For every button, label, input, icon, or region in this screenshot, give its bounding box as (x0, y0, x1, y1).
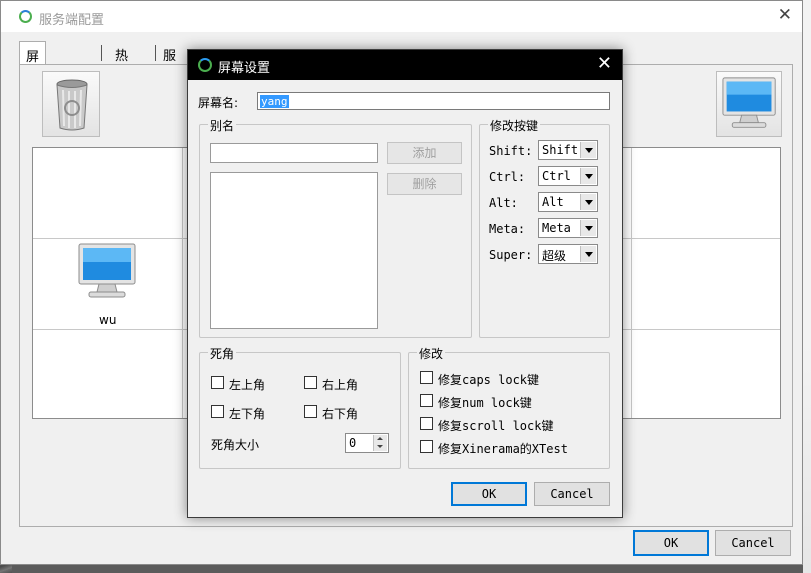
screen-settings-dialog: 屏幕设置 ✕ 屏幕名: yang 别名 添加 删除 修改按键 Shift: Sh… (187, 49, 623, 518)
shift-select[interactable]: Shift (538, 140, 598, 160)
shift-select-value: Shift (542, 143, 579, 157)
screen-name-input[interactable]: yang (257, 92, 610, 110)
screen-name-label: 屏幕名: (198, 96, 239, 110)
dead-corner-size-spinbox[interactable]: 0 (345, 433, 389, 453)
fix-xinerama-xtest-checkbox[interactable] (420, 440, 433, 453)
alt-select[interactable]: Alt (538, 192, 598, 212)
new-screen-button[interactable] (716, 71, 782, 137)
synergy-logo-icon (198, 58, 212, 72)
chevron-down-icon (580, 168, 596, 184)
dialog-cancel-button[interactable]: Cancel (534, 482, 610, 506)
meta-select-value: Meta (542, 221, 571, 235)
screen-name-value: yang (260, 95, 289, 108)
fix-num-lock-label: 修复num lock键 (438, 396, 532, 410)
bottom-right-corner-label: 右下角 (322, 407, 359, 421)
fix-num-lock-checkbox[interactable] (420, 394, 433, 407)
bottom-left-corner-label: 左下角 (229, 407, 266, 421)
fix-scroll-lock-label: 修复scroll lock键 (438, 419, 554, 433)
main-ok-button[interactable]: OK (633, 530, 709, 556)
top-right-corner-label: 右上角 (322, 378, 359, 392)
chevron-down-icon (580, 246, 596, 262)
desktop-background (803, 0, 811, 573)
tab-advanced-server[interactable]: 服务端高级设置 (157, 41, 183, 178)
dialog-title: 屏幕设置 (218, 61, 271, 76)
main-cancel-button[interactable]: Cancel (715, 530, 791, 556)
dialog-titlebar: 屏幕设置 ✕ (188, 50, 622, 80)
grid-line (182, 148, 183, 418)
top-left-corner-checkbox[interactable] (211, 376, 224, 389)
super-select-value: 超级 (542, 249, 567, 263)
tab-hotkeys[interactable]: 热键 (109, 41, 135, 83)
trash-icon (56, 79, 88, 131)
top-right-corner-checkbox[interactable] (304, 376, 317, 389)
top-left-corner-label: 左上角 (229, 378, 266, 392)
aliases-group: 别名 添加 删除 (199, 117, 472, 338)
super-select[interactable]: 超级 (538, 244, 598, 264)
aliases-group-title: 别名 (208, 117, 237, 134)
alt-select-value: Alt (542, 195, 564, 209)
fix-xinerama-xtest-label: 修复Xinerama的XTest (438, 442, 568, 456)
trash-button[interactable] (42, 71, 100, 137)
spin-up-icon[interactable] (373, 435, 387, 443)
fixes-group-title: 修改 (417, 345, 446, 362)
bottom-right-corner-checkbox[interactable] (304, 405, 317, 418)
ctrl-label: Ctrl: (489, 170, 526, 184)
meta-label: Meta: (489, 222, 526, 236)
dialog-ok-button[interactable]: OK (451, 482, 527, 506)
chevron-down-icon (580, 142, 596, 158)
synergy-logo-icon (19, 10, 32, 23)
spin-down-icon[interactable] (373, 443, 387, 451)
modifier-keys-group-title: 修改按键 (488, 117, 541, 134)
ctrl-select-value: Ctrl (542, 169, 571, 183)
main-titlebar: 服务端配置 ✕ (1, 1, 802, 32)
alt-label: Alt: (489, 196, 518, 210)
dead-corners-group-title: 死角 (208, 345, 237, 362)
grid-line (631, 148, 632, 418)
alias-input[interactable] (210, 143, 378, 163)
dialog-close-icon[interactable]: ✕ (597, 53, 612, 74)
tab-screens-and-links[interactable]: 屏幕和联接 (19, 41, 47, 141)
monitor-icon (722, 77, 776, 128)
dead-corner-size-value: 0 (349, 436, 357, 450)
fix-scroll-lock-checkbox[interactable] (420, 417, 433, 430)
bottom-left-corner-checkbox[interactable] (211, 405, 224, 418)
fix-caps-lock-label: 修复caps lock键 (438, 373, 540, 387)
fix-caps-lock-checkbox[interactable] (420, 371, 433, 384)
dead-corner-size-label: 死角大小 (211, 438, 260, 452)
screen-name-label: wu (99, 313, 117, 327)
chevron-down-icon (580, 194, 596, 210)
ctrl-select[interactable]: Ctrl (538, 166, 598, 186)
main-window-title: 服务端配置 (39, 13, 105, 28)
screen-monitor-icon[interactable] (77, 242, 139, 302)
super-label: Super: (489, 248, 533, 262)
alias-list[interactable] (210, 172, 378, 329)
tab-separator (101, 45, 102, 61)
shift-label: Shift: (489, 144, 533, 158)
main-close-icon[interactable]: ✕ (778, 5, 792, 25)
remove-alias-button[interactable]: 删除 (387, 173, 462, 195)
meta-select[interactable]: Meta (538, 218, 598, 238)
tab-separator (155, 45, 156, 61)
chevron-down-icon (580, 220, 596, 236)
add-alias-button[interactable]: 添加 (387, 142, 462, 164)
